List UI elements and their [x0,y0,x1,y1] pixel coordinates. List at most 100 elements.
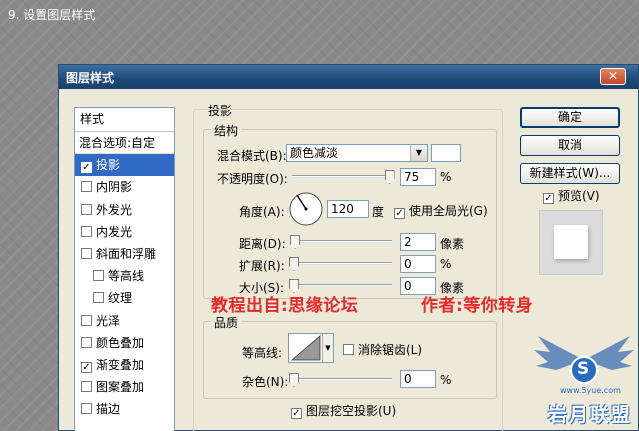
opacity-slider-track[interactable] [292,170,395,184]
quality-label: 品质 [211,314,242,331]
style-item-label: 渐变叠加 [96,357,145,372]
angle-input[interactable]: 120 [327,200,369,218]
style-item-label: 斜面和浮雕 [96,246,157,261]
style-preview [539,210,603,275]
step-title: 9. 设置图层样式 [8,8,96,22]
checkbox-unchecked-icon[interactable] [81,181,92,193]
noise-unit: % [440,373,452,387]
noise-input[interactable]: 0 [400,370,436,388]
checkbox-checked-icon: ✓ [543,193,554,204]
close-icon: ✕ [607,69,619,83]
checkbox-unchecked-icon[interactable] [81,403,92,415]
style-items: ✓ 投影内阴影外发光内发光斜面和浮雕等高线纹理光泽颜色叠加 ✓ 渐变叠加图案叠加描边 [75,154,174,420]
style-item[interactable]: 斜面和浮雕 [75,243,174,265]
style-item[interactable]: 颜色叠加 [75,332,174,354]
new-style-button[interactable]: 新建样式(W)... [520,163,620,184]
contour-label: 等高线: [242,346,283,360]
checkbox-checked-icon: ✓ [291,408,302,419]
anti-alias-label: 消除锯齿(L) [358,343,423,357]
spread-slider-track[interactable] [289,257,392,271]
style-item[interactable]: 图案叠加 [75,376,174,398]
dialog-titlebar: 图层样式 ✕ [59,65,638,89]
preview-swatch [554,225,588,259]
checkbox-checked-icon[interactable]: ✓ [81,162,92,174]
logo-name: 岩月联盟 [548,404,633,426]
style-item-label: 光泽 [96,313,121,328]
noise-label: 杂色(N): [242,375,289,389]
blend-mode-label: 混合模式(B): [217,149,287,163]
preview-label: 预览(V) [558,189,600,203]
style-item-label: 纹理 [108,291,133,306]
shadow-color-swatch[interactable] [431,144,461,162]
author-text: 作者:等你转身 [421,296,534,316]
style-item[interactable]: 描边 [75,398,174,420]
chevron-down-icon: ▼ [322,334,333,362]
style-item-label: 描边 [96,402,121,417]
style-item-label: 等高线 [108,269,145,284]
angle-unit: 度 [372,205,385,219]
knockout-label: 图层挖空投影(U) [306,404,397,418]
site-logo: S www.5yue.com 岩月联盟 [530,330,638,430]
style-item-label: 颜色叠加 [96,335,145,350]
structure-label: 结构 [211,122,242,139]
style-item[interactable]: 纹理 [75,287,174,309]
checkbox-unchecked-icon[interactable] [81,225,92,237]
checkbox-unchecked-icon[interactable] [93,270,104,282]
style-item[interactable]: 外发光 [75,199,174,221]
style-item[interactable]: 内发光 [75,221,174,243]
style-item-label: 内阴影 [96,180,133,195]
style-item[interactable]: 等高线 [75,265,174,287]
style-item[interactable]: 光泽 [75,310,174,332]
blend-mode-select[interactable]: 颜色减淡 ▼ [286,144,428,162]
style-item[interactable]: ✓ 渐变叠加 [75,354,174,376]
spread-unit: % [440,257,452,271]
style-item[interactable]: 内阴影 [75,176,174,198]
logo-site: www.5yue.com [560,386,621,395]
logo-letter: S [577,359,590,379]
checkbox-unchecked-icon[interactable] [81,314,92,326]
blend-options-item[interactable]: 混合选项:自定 [75,132,174,155]
global-light-checkbox[interactable]: ✓ 使用全局光(G) [394,202,488,219]
opacity-input[interactable]: 75 [400,168,436,186]
distance-slider-track[interactable] [290,235,392,249]
anti-alias-checkbox[interactable]: 消除锯齿(L) [343,341,422,358]
chevron-down-icon: ▼ [410,145,427,161]
style-list-header: 样式 [75,108,174,132]
checkbox-unchecked-icon[interactable] [81,203,92,215]
spread-label: 扩展(R): [239,259,285,273]
style-item-label: 外发光 [96,202,133,217]
checkbox-checked-icon[interactable]: ✓ [81,361,92,373]
cancel-button[interactable]: 取消 [520,135,620,156]
checkbox-unchecked-icon[interactable] [81,381,92,393]
ok-button[interactable]: 确定 [520,107,620,128]
tutorial-source-text: 教程出自:思缘论坛 [211,296,359,316]
style-item-label: 内发光 [96,224,133,239]
global-light-label: 使用全局光(G) [409,204,488,218]
style-list: 样式 混合选项:自定 ✓ 投影 内阴影 外发光 内发光 斜面和浮雕 等高线 纹理 光泽 颜色叠加 ✓… [74,107,175,431]
size-slider-track[interactable] [289,279,392,293]
blend-mode-value: 颜色减淡 [290,146,339,160]
checkbox-unchecked-icon[interactable] [81,247,92,259]
close-button[interactable]: ✕ [600,68,626,85]
distance-unit: 像素 [440,237,465,251]
style-item-label: 图案叠加 [96,380,145,395]
preview-checkbox[interactable]: ✓ 预览(V) [543,187,600,204]
opacity-label: 不透明度(O): [217,172,288,186]
checkbox-unchecked-icon[interactable] [93,292,104,304]
checkbox-unchecked-icon[interactable] [81,336,92,348]
dialog-title: 图层样式 [66,71,115,85]
opacity-unit: % [440,170,452,184]
noise-slider-track[interactable] [289,373,392,387]
style-item[interactable]: ✓ 投影 [75,154,174,177]
distance-input[interactable]: 2 [400,233,436,251]
angle-label: 角度(A): [239,205,285,219]
angle-dial[interactable] [288,191,324,227]
contour-preview-icon [290,335,321,361]
style-item-label: 投影 [96,158,121,173]
spread-input[interactable]: 0 [400,255,436,273]
checkbox-checked-icon: ✓ [394,208,405,219]
distance-label: 距离(D): [239,237,286,251]
knockout-checkbox[interactable]: ✓ 图层挖空投影(U) [291,402,396,419]
contour-picker[interactable]: ▼ [288,333,334,363]
checkbox-unchecked-icon [343,344,354,355]
